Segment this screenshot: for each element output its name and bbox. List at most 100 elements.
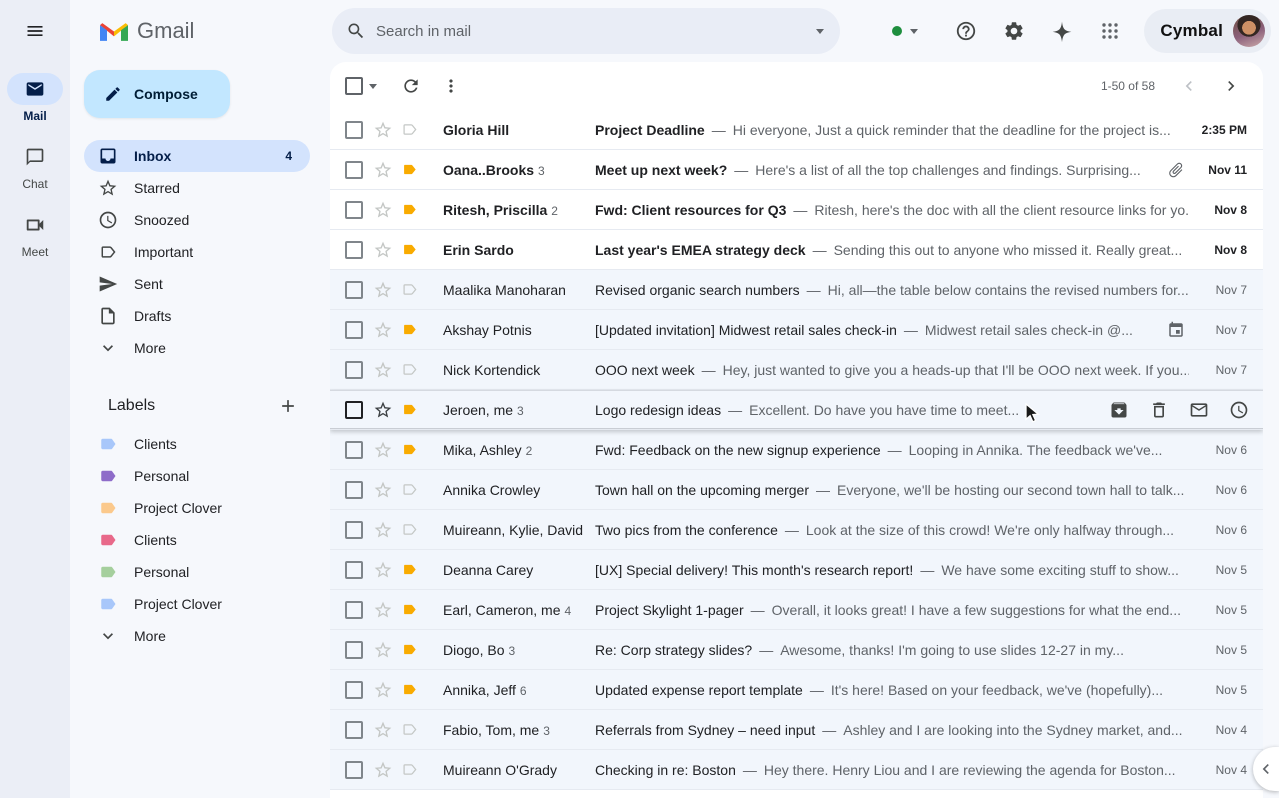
importance-marker-icon[interactable] <box>401 761 421 778</box>
star-icon[interactable] <box>373 600 393 620</box>
email-row[interactable]: Annika Crowley Town hall on the upcoming… <box>330 470 1263 510</box>
star-icon[interactable] <box>373 320 393 340</box>
email-row[interactable]: Muireann O'Grady Checking in re: Boston … <box>330 750 1263 790</box>
row-checkbox[interactable] <box>345 681 363 699</box>
importance-marker-icon[interactable] <box>401 641 421 658</box>
email-row[interactable]: Mika, Ashley2 Fwd: Feedback on the new s… <box>330 430 1263 470</box>
refresh-button[interactable] <box>391 66 431 106</box>
email-row[interactable]: Akshay Potnis [Updated invitation] Midwe… <box>330 310 1263 350</box>
importance-marker-icon[interactable] <box>401 401 421 418</box>
importance-marker-icon[interactable] <box>401 561 421 578</box>
sidebar-item-inbox[interactable]: Inbox 4 <box>84 140 310 172</box>
rail-item-meet[interactable]: Meet <box>7 209 63 259</box>
mark-unread-button[interactable] <box>1179 390 1219 430</box>
delete-button[interactable] <box>1139 390 1179 430</box>
email-row[interactable]: Deanna Carey [UX] Special delivery! This… <box>330 550 1263 590</box>
importance-marker-icon[interactable] <box>401 441 421 458</box>
importance-marker-icon[interactable] <box>401 241 421 258</box>
row-checkbox[interactable] <box>345 281 363 299</box>
importance-marker-icon[interactable] <box>401 321 421 338</box>
snooze-button[interactable] <box>1219 390 1259 430</box>
email-row[interactable]: Maalika Manoharan Revised organic search… <box>330 270 1263 310</box>
sidebar-label-item[interactable]: Personal <box>84 460 310 492</box>
sidebar-item-sent[interactable]: Sent <box>84 268 310 300</box>
presence-status[interactable] <box>892 26 918 36</box>
rail-item-mail[interactable]: Mail <box>7 73 63 123</box>
star-icon[interactable] <box>373 360 393 380</box>
importance-marker-icon[interactable] <box>401 521 421 538</box>
more-options-button[interactable] <box>431 66 471 106</box>
star-icon[interactable] <box>373 480 393 500</box>
create-label-button[interactable] <box>272 390 304 422</box>
email-row[interactable]: Erin Sardo Last year's EMEA strategy dec… <box>330 230 1263 270</box>
row-checkbox[interactable] <box>345 201 363 219</box>
row-checkbox[interactable] <box>345 481 363 499</box>
older-page-button[interactable] <box>1215 70 1247 102</box>
search-options-caret-icon[interactable] <box>816 29 824 34</box>
star-icon[interactable] <box>373 680 393 700</box>
main-menu-button[interactable] <box>11 7 59 55</box>
sidebar-item-snoozed[interactable]: Snoozed <box>84 204 310 236</box>
sidebar-item-important[interactable]: Important <box>84 236 310 268</box>
importance-marker-icon[interactable] <box>401 121 421 138</box>
help-button[interactable] <box>946 11 986 51</box>
sidebar-label-item[interactable]: Project Clover <box>84 492 310 524</box>
star-icon[interactable] <box>373 720 393 740</box>
row-checkbox[interactable] <box>345 641 363 659</box>
importance-marker-icon[interactable] <box>401 721 421 738</box>
sidebar-label-item[interactable]: Personal <box>84 556 310 588</box>
importance-marker-icon[interactable] <box>401 601 421 618</box>
select-all-checkbox[interactable] <box>345 77 363 95</box>
sidebar-label-item[interactable]: Clients <box>84 524 310 556</box>
email-row[interactable]: Nick Kortendick OOO next week — Hey, jus… <box>330 350 1263 390</box>
newer-page-button[interactable] <box>1173 70 1205 102</box>
row-checkbox[interactable] <box>345 761 363 779</box>
importance-marker-icon[interactable] <box>401 681 421 698</box>
star-icon[interactable] <box>373 160 393 180</box>
star-icon[interactable] <box>373 640 393 660</box>
star-icon[interactable] <box>373 280 393 300</box>
email-row[interactable]: Jeroen, me3 Logo redesign ideas — Excell… <box>330 390 1263 430</box>
importance-marker-icon[interactable] <box>401 281 421 298</box>
sidebar-label-item[interactable]: Clients <box>84 428 310 460</box>
star-icon[interactable] <box>373 440 393 460</box>
account-pill[interactable]: Cymbal <box>1144 9 1271 53</box>
row-checkbox[interactable] <box>345 121 363 139</box>
sidebar-label-item[interactable]: Project Clover <box>84 588 310 620</box>
apps-grid-button[interactable] <box>1090 11 1130 51</box>
row-checkbox[interactable] <box>345 601 363 619</box>
user-avatar[interactable] <box>1233 15 1265 47</box>
sidebar-item-starred[interactable]: Starred <box>84 172 310 204</box>
row-checkbox[interactable] <box>345 721 363 739</box>
email-row[interactable]: Annika, Jeff6 Updated expense report tem… <box>330 670 1263 710</box>
email-row[interactable]: Fabio, Tom, me3 Referrals from Sydney – … <box>330 710 1263 750</box>
settings-button[interactable] <box>994 11 1034 51</box>
row-checkbox[interactable] <box>345 241 363 259</box>
star-icon[interactable] <box>373 560 393 580</box>
row-checkbox[interactable] <box>345 561 363 579</box>
compose-button[interactable]: Compose <box>84 70 230 118</box>
search-bar[interactable] <box>332 8 840 54</box>
importance-marker-icon[interactable] <box>401 481 421 498</box>
sidebar-item-more[interactable]: More <box>84 332 310 364</box>
star-icon[interactable] <box>373 240 393 260</box>
row-checkbox[interactable] <box>345 161 363 179</box>
select-options-caret-icon[interactable] <box>369 84 377 89</box>
email-row[interactable]: Ritesh, Priscilla2 Fwd: Client resources… <box>330 190 1263 230</box>
row-checkbox[interactable] <box>345 401 363 419</box>
star-icon[interactable] <box>373 120 393 140</box>
importance-marker-icon[interactable] <box>401 161 421 178</box>
star-icon[interactable] <box>373 520 393 540</box>
row-checkbox[interactable] <box>345 321 363 339</box>
gemini-button[interactable] <box>1042 11 1082 51</box>
archive-button[interactable] <box>1099 390 1139 430</box>
email-row[interactable]: Gloria Hill Project Deadline — Hi everyo… <box>330 110 1263 150</box>
email-row[interactable]: Earl, Cameron, me4 Project Skylight 1-pa… <box>330 590 1263 630</box>
sidebar-item-drafts[interactable]: Drafts <box>84 300 310 332</box>
email-row[interactable]: Oana..Brooks3 Meet up next week? — Here'… <box>330 150 1263 190</box>
row-checkbox[interactable] <box>345 521 363 539</box>
row-checkbox[interactable] <box>345 361 363 379</box>
star-icon[interactable] <box>373 200 393 220</box>
labels-more[interactable]: More <box>84 620 310 652</box>
row-checkbox[interactable] <box>345 441 363 459</box>
